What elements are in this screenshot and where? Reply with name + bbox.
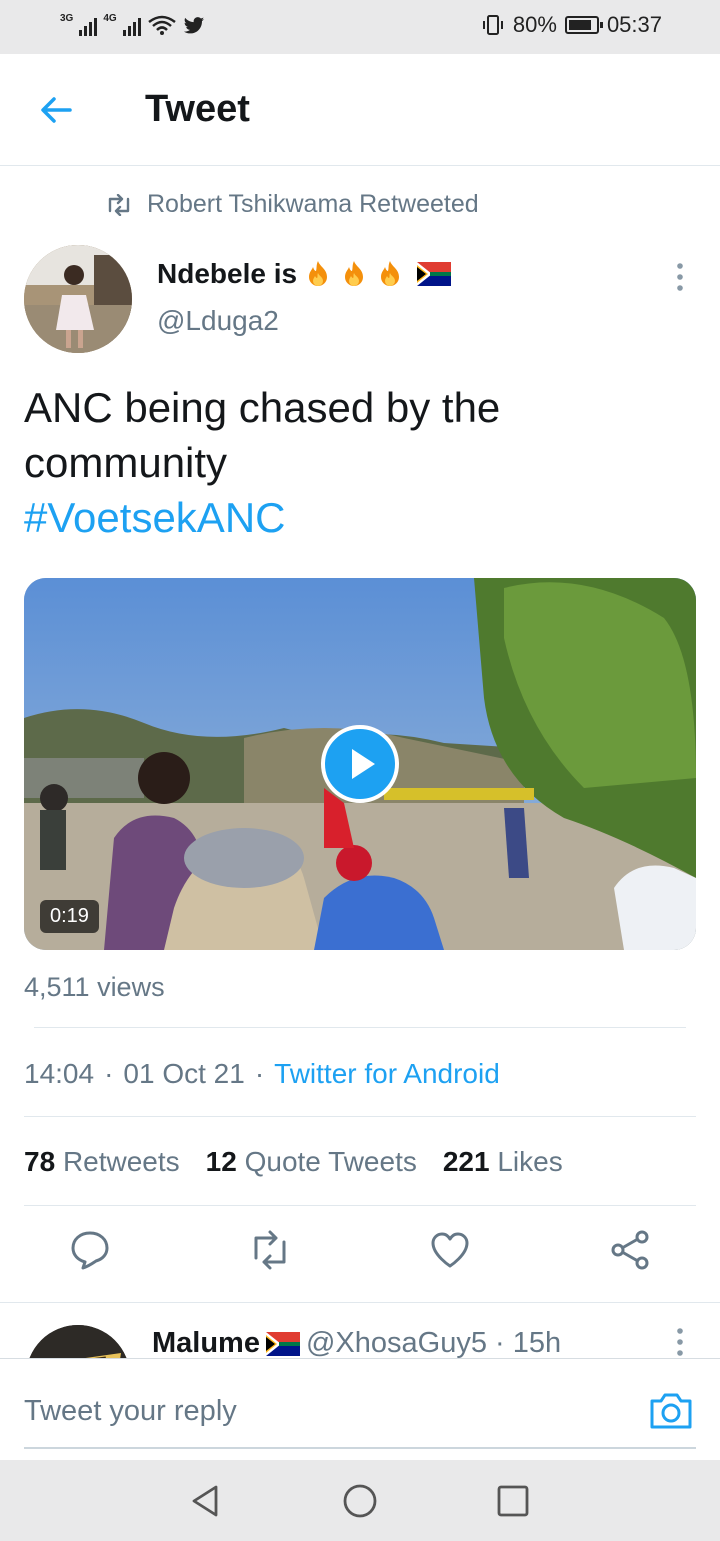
nav-recents-icon[interactable]	[494, 1482, 532, 1520]
wifi-icon	[147, 15, 176, 35]
author-name-text: Ndebele is	[157, 258, 298, 289]
network-type-label-2: 4G	[103, 13, 117, 24]
view-count: 4,511 views	[24, 972, 165, 1002]
vibrate-icon	[482, 15, 503, 35]
reply-tweet-preview[interactable]: Malume @XhosaGuy5 · 15h	[0, 1302, 720, 1360]
camera-icon[interactable]	[648, 1389, 694, 1431]
retweet-label: Robert Tshikwama Retweeted	[147, 190, 479, 218]
system-nav-bar	[0, 1460, 720, 1541]
tweet-time: 14:04	[24, 1058, 95, 1089]
retweet-icon	[108, 193, 130, 216]
reply-composer	[0, 1358, 720, 1460]
signal-icon-2	[122, 14, 141, 36]
tweet-meta: 14:04 · 01 Oct 21 · Twitter for Android	[24, 1058, 500, 1090]
play-icon	[352, 749, 375, 779]
reply-author-name: Malume	[152, 1327, 260, 1359]
more-options-icon[interactable]	[670, 262, 690, 292]
back-arrow-icon[interactable]	[36, 90, 76, 130]
reply-avatar-image	[26, 1325, 130, 1360]
battery-percent: 80%	[512, 12, 557, 37]
likes-label: Likes	[497, 1146, 563, 1177]
network-type-label: 3G	[60, 13, 74, 24]
hashtag-link[interactable]: #VoetsekANC	[24, 490, 694, 545]
nav-back-icon[interactable]	[186, 1482, 224, 1520]
meta-dot: ·	[104, 1058, 114, 1089]
retweets-stat[interactable]: 78 Retweets	[24, 1146, 180, 1178]
reply-author[interactable]: Malume @XhosaGuy5 · 15h	[152, 1327, 561, 1360]
battery-icon	[564, 16, 603, 34]
signal-icon	[79, 14, 98, 36]
input-underline	[24, 1447, 696, 1449]
likes-stat[interactable]: 221 Likes	[443, 1146, 563, 1178]
tweet-actions	[0, 1228, 720, 1278]
quotes-label: Quote Tweets	[244, 1146, 417, 1177]
retweet-context[interactable]: Robert Tshikwama Retweeted	[105, 190, 479, 219]
tweet-body: ANC being chased by the community	[24, 384, 501, 486]
reply-avatar[interactable]	[26, 1325, 130, 1360]
twitter-bird-icon	[183, 17, 204, 34]
reply-input[interactable]	[24, 1389, 624, 1433]
video-player[interactable]: 0:19	[24, 578, 696, 950]
more-options-icon[interactable]	[670, 1327, 690, 1357]
quotes-count: 12	[205, 1146, 237, 1177]
video-duration: 0:19	[40, 900, 99, 933]
status-left: 3G 4G	[60, 14, 205, 36]
tweet-text: ANC being chased by the community #Voets…	[24, 380, 694, 545]
likes-count: 221	[442, 1146, 490, 1177]
author-name[interactable]: Ndebele is	[157, 258, 452, 290]
author-handle[interactable]: @Lduga2	[157, 305, 279, 337]
divider	[24, 1116, 696, 1117]
retweet-icon[interactable]	[248, 1228, 292, 1272]
nav-home-icon[interactable]	[341, 1482, 379, 1520]
status-bar: 3G 4G 80% 05:37	[0, 0, 720, 54]
divider	[24, 1205, 696, 1206]
divider	[34, 1027, 686, 1028]
avatar-photo	[24, 245, 132, 353]
fire-emoji-icon	[309, 261, 328, 286]
app-header: Tweet	[0, 54, 720, 166]
clock: 05:37	[606, 12, 662, 37]
quotes-stat[interactable]: 12 Quote Tweets	[206, 1146, 417, 1178]
like-icon[interactable]	[428, 1228, 472, 1272]
page-title: Tweet	[145, 88, 250, 130]
status-right: 80% 05:37	[481, 12, 662, 38]
fire-emoji-icon	[345, 261, 364, 286]
reply-icon[interactable]	[68, 1228, 112, 1272]
fire-emoji-icon	[381, 261, 400, 286]
meta-dot: ·	[254, 1058, 265, 1089]
south-africa-flag-icon	[417, 262, 452, 286]
play-button[interactable]	[321, 725, 399, 803]
tweet-source-link[interactable]: Twitter for Android	[274, 1058, 500, 1090]
avatar[interactable]	[24, 245, 132, 353]
reply-author-handle: @XhosaGuy5 · 15h	[305, 1327, 562, 1359]
tweet-date: 01 Oct 21	[123, 1058, 245, 1089]
tweet-stats: 78 Retweets 12 Quote Tweets 221 Likes	[24, 1146, 563, 1178]
south-africa-flag-icon	[265, 1331, 300, 1356]
retweets-label: Retweets	[62, 1146, 180, 1177]
retweets-count: 78	[24, 1146, 56, 1177]
share-icon[interactable]	[608, 1228, 652, 1272]
